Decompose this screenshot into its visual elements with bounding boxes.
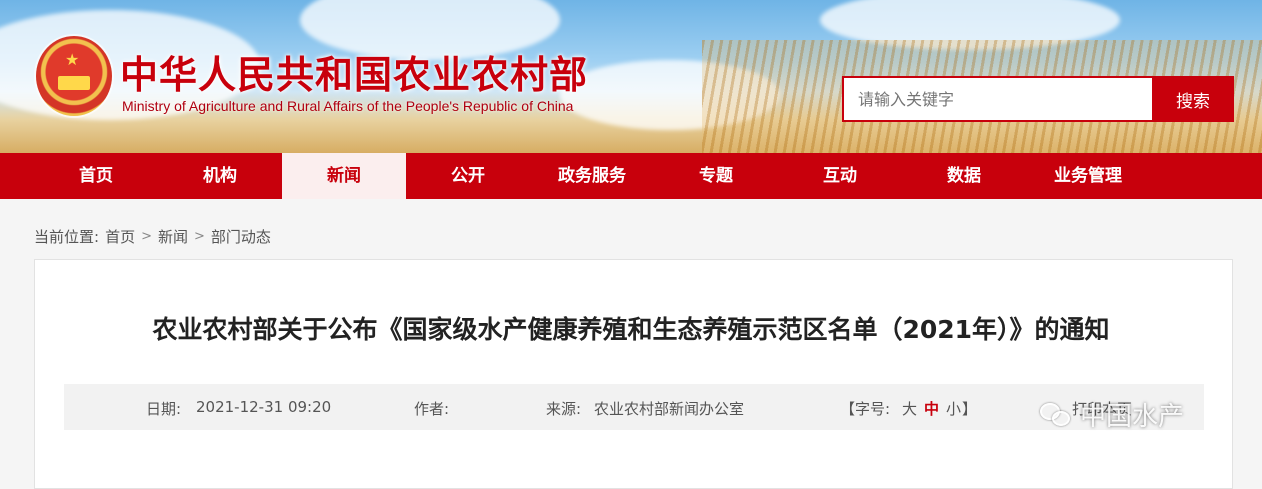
breadcrumb: 当前位置: 首页 > 新闻 > 部门动态 bbox=[34, 226, 271, 247]
article-panel bbox=[34, 259, 1233, 489]
search-button[interactable]: 搜索 bbox=[1152, 76, 1234, 122]
source-value: 农业农村部新闻办公室 bbox=[594, 400, 745, 418]
nav-item-data[interactable]: 数据 bbox=[902, 153, 1026, 199]
font-size-medium-button[interactable]: 中 bbox=[924, 398, 939, 419]
nav-item-business-management[interactable]: 业务管理 bbox=[1026, 153, 1150, 199]
nav-item-news[interactable]: 新闻 bbox=[282, 153, 406, 199]
national-emblem-icon[interactable]: ★ bbox=[36, 36, 112, 116]
date-value: 2021-12-31 09:20 bbox=[196, 398, 332, 416]
breadcrumb-link-news[interactable]: 新闻 bbox=[158, 226, 188, 247]
font-size-close-bracket: 】 bbox=[962, 400, 978, 418]
main-nav: 首页 机构 新闻 公开 政务服务 专题 互动 数据 业务管理 bbox=[0, 153, 1262, 199]
article-title: 农业农村部关于公布《国家级水产健康养殖和生态养殖示范区名单（2021年）》的通知 bbox=[152, 315, 1110, 344]
nav-item-government-services[interactable]: 政务服务 bbox=[530, 153, 654, 199]
nav-item-home[interactable]: 首页 bbox=[34, 153, 158, 199]
font-size-large-button[interactable]: 大 bbox=[902, 398, 917, 419]
search-input[interactable] bbox=[842, 76, 1154, 122]
author-label: 作者: bbox=[414, 400, 450, 418]
watermark: 中国水产 bbox=[1040, 396, 1184, 433]
breadcrumb-separator: > bbox=[141, 229, 152, 244]
date-label: 日期: bbox=[146, 400, 182, 418]
tiananmen-gate-icon bbox=[58, 76, 90, 90]
wechat-icon bbox=[1040, 401, 1074, 429]
star-icon: ★ bbox=[65, 50, 80, 69]
nav-item-public[interactable]: 公开 bbox=[406, 153, 530, 199]
article-meta-bar: 日期: 2021-12-31 09:20 作者: 来源: 农业农村部新闻办公室 … bbox=[64, 384, 1204, 430]
nav-item-topics[interactable]: 专题 bbox=[654, 153, 778, 199]
font-size-small-button[interactable]: 小 bbox=[946, 398, 961, 419]
font-size-label: 【字号: bbox=[840, 400, 891, 418]
breadcrumb-prefix: 当前位置: bbox=[34, 228, 100, 246]
source-label: 来源: bbox=[546, 400, 582, 418]
site-title[interactable]: 中华人民共和国农业农村部 bbox=[120, 44, 588, 99]
header-banner: ★ 中华人民共和国农业农村部 Ministry of Agriculture a… bbox=[0, 0, 1262, 153]
breadcrumb-separator: > bbox=[194, 229, 205, 244]
site-subtitle-english: Ministry of Agriculture and Rural Affair… bbox=[122, 98, 574, 114]
watermark-text: 中国水产 bbox=[1080, 402, 1185, 432]
nav-item-interaction[interactable]: 互动 bbox=[778, 153, 902, 199]
breadcrumb-link-department-news[interactable]: 部门动态 bbox=[211, 226, 271, 247]
breadcrumb-link-home[interactable]: 首页 bbox=[105, 226, 135, 247]
nav-item-organization[interactable]: 机构 bbox=[158, 153, 282, 199]
